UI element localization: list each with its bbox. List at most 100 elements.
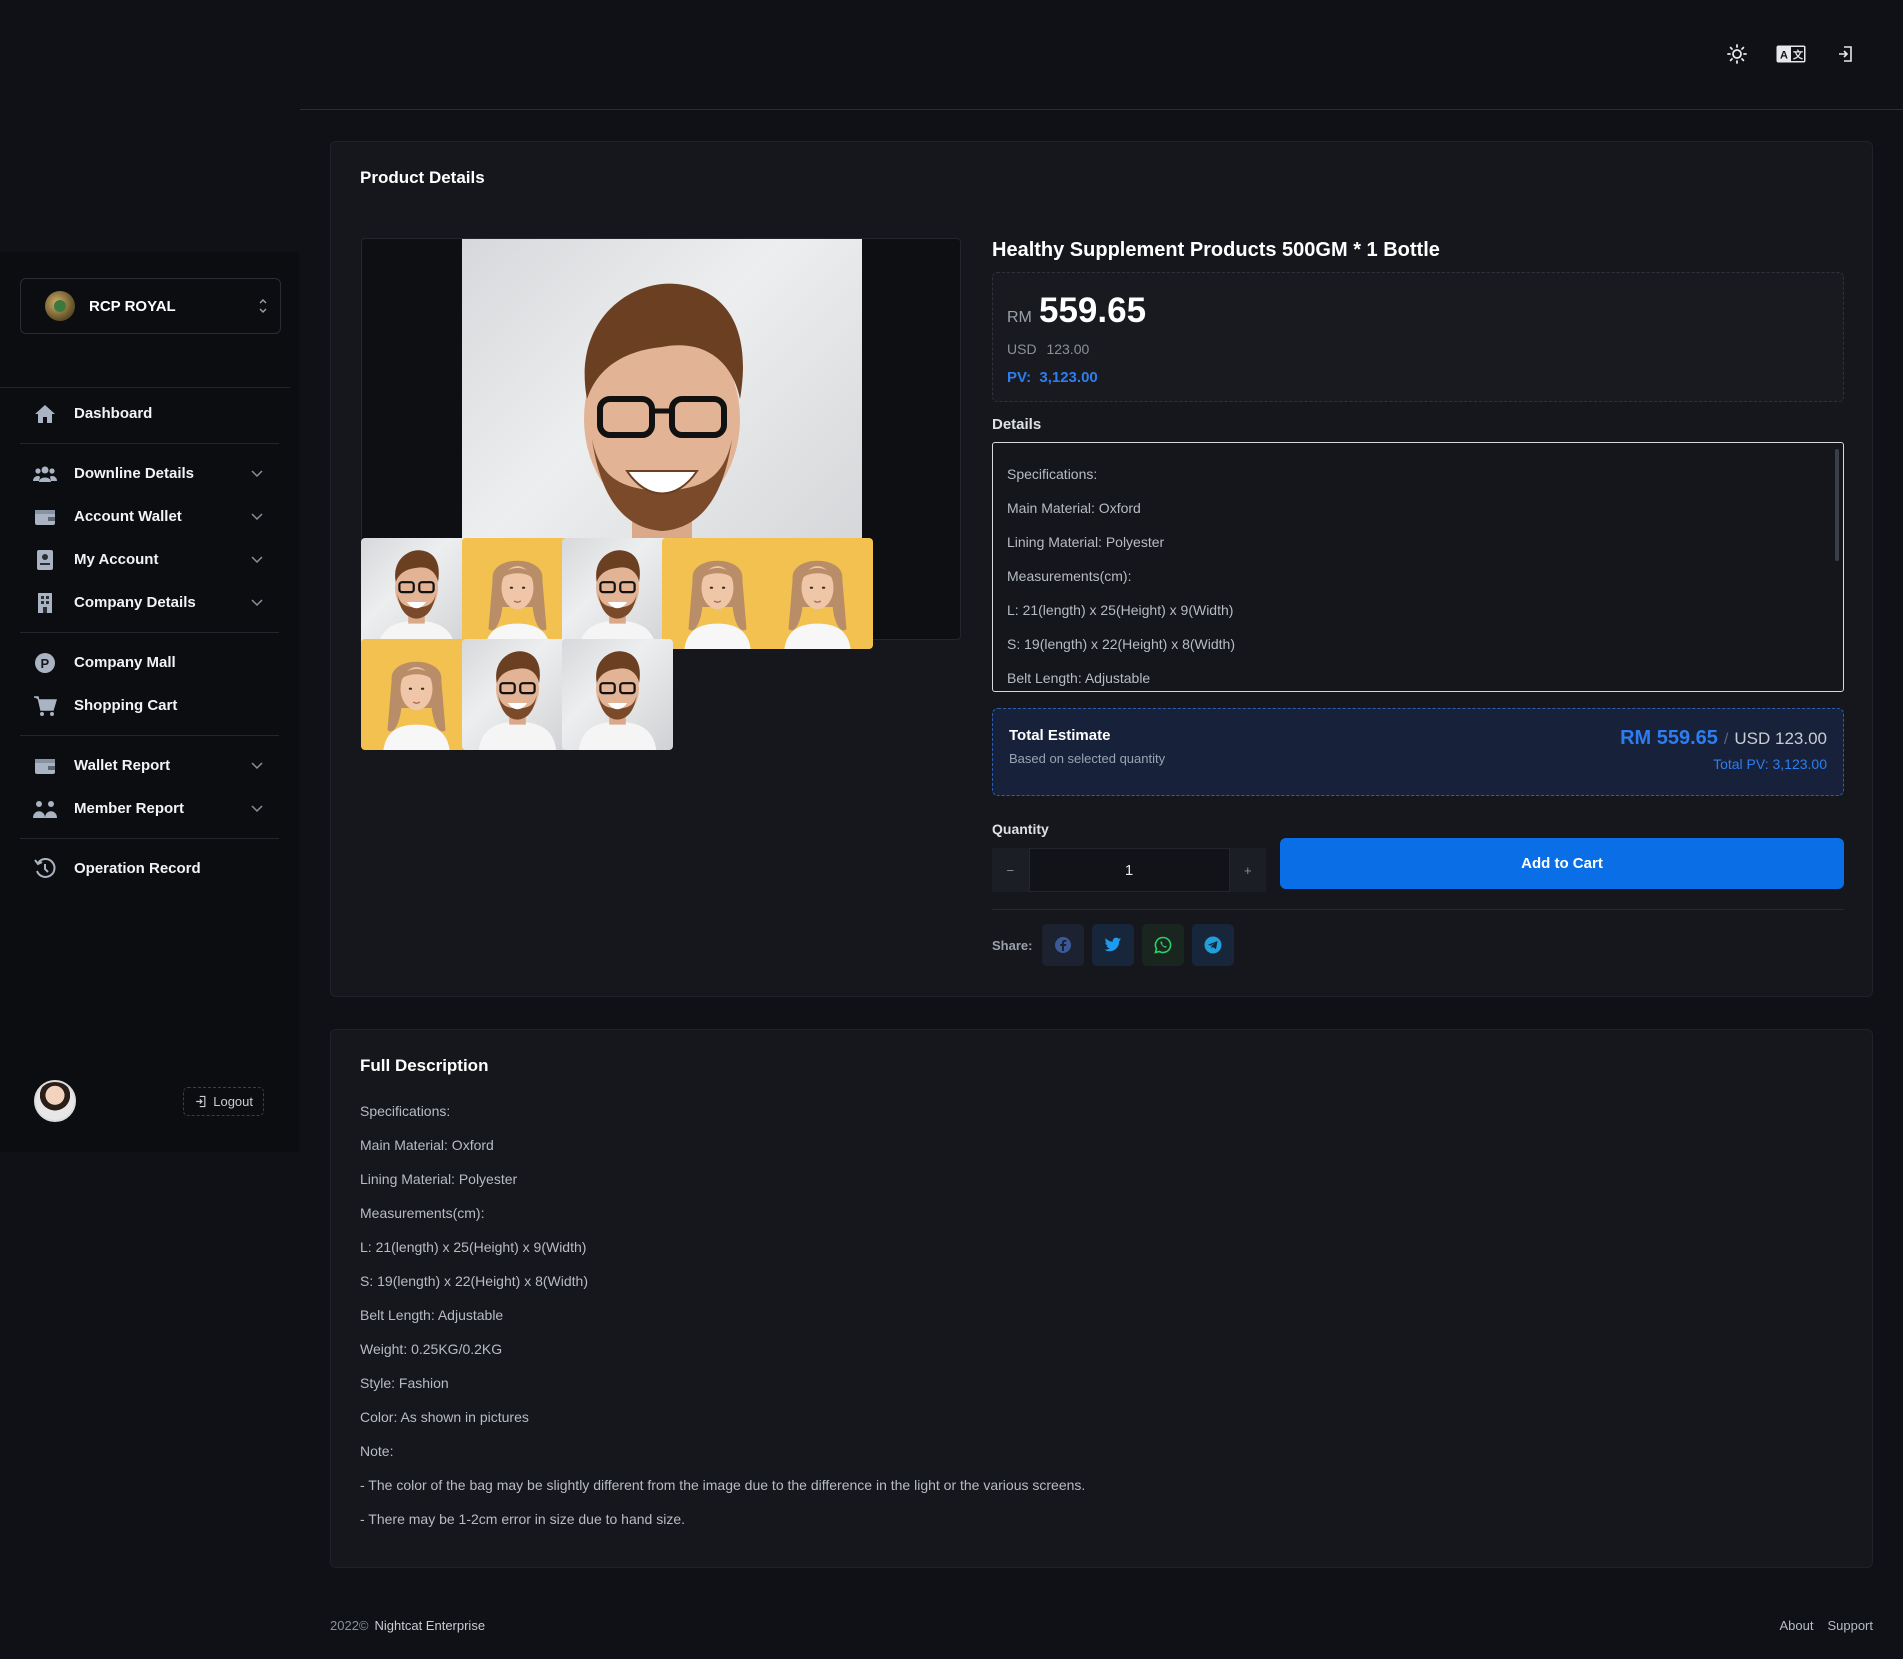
cart-icon: [32, 695, 58, 717]
brand-logo: [45, 291, 75, 321]
increment-button[interactable]: +: [1229, 848, 1266, 892]
telegram-icon: [1204, 936, 1222, 954]
svg-text:P: P: [41, 656, 50, 671]
quantity-input[interactable]: [1028, 848, 1230, 892]
company-name[interactable]: Nightcat Enterprise: [375, 1618, 486, 1633]
share-twitter-button[interactable]: [1092, 924, 1135, 966]
facebook-icon: [1055, 937, 1072, 953]
nav-divider: [20, 838, 279, 839]
chevron-down-icon: [251, 597, 263, 609]
price-value: 559.65: [1039, 291, 1147, 330]
home-icon: [32, 403, 58, 425]
scrollbar[interactable]: [1835, 449, 1839, 561]
thumbnail-man[interactable]: [462, 639, 573, 750]
estimate-subtitle: Based on selected quantity: [1009, 751, 1166, 766]
description-line: Lining Material: Polyester: [360, 1171, 518, 1187]
sidebar-item-my-account[interactable]: My Account: [0, 538, 299, 581]
description-line: S: 19(length) x 22(Height) x 8(Width): [360, 1273, 588, 1289]
copyright-year: 2022©: [330, 1618, 369, 1633]
estimate-usd: USD 123.00: [1734, 729, 1827, 748]
description-line: - There may be 1-2cm error in size due t…: [360, 1511, 686, 1527]
nav-divider: [20, 632, 279, 633]
pv-value: 3,123.00: [1039, 369, 1098, 386]
estimate-pv: Total PV: 3,123.00: [1713, 756, 1827, 772]
thumbnail-woman[interactable]: [662, 538, 773, 649]
estimate-separator: /: [1723, 731, 1729, 748]
estimate-values: RM 559.65 / USD 123.00 Total PV: 3,123.00: [1620, 727, 1827, 772]
details-line: Belt Length: Adjustable: [1007, 670, 1151, 686]
details-line: Lining Material: Polyester: [1007, 534, 1165, 550]
description-line: Main Material: Oxford: [360, 1137, 494, 1153]
svg-text:文: 文: [1793, 49, 1804, 62]
description-content: Specifications: Main Material: Oxford Lini…: [360, 1094, 1085, 1536]
sidebar-item-company-details[interactable]: Company Details: [0, 581, 299, 624]
thumbnail-man[interactable]: [361, 538, 472, 649]
chevron-down-icon: [251, 760, 263, 772]
details-content: Specifications: Main Material: Oxford Lini…: [1007, 457, 1829, 691]
sidebar: RCP ROYAL Dashboard Downline Details Acc…: [0, 252, 299, 1152]
users-icon: [32, 463, 58, 485]
sidebar-item-account-wallet[interactable]: Account Wallet: [0, 495, 299, 538]
share-telegram-button[interactable]: [1192, 924, 1235, 966]
description-line: Weight: 0.25KG/0.2KG: [360, 1341, 503, 1357]
sidebar-item-dashboard[interactable]: Dashboard: [0, 392, 299, 435]
description-line: L: 21(length) x 25(Height) x 9(Width): [360, 1239, 587, 1255]
wallet-icon: [32, 506, 58, 528]
wallet-icon: [32, 755, 58, 777]
logout-button[interactable]: Logout: [183, 1086, 264, 1116]
logout-label: Logout: [213, 1093, 253, 1109]
sidebar-item-label: Wallet Report: [74, 757, 171, 774]
p-coin-icon: P: [32, 652, 58, 674]
exit-button[interactable]: [1829, 40, 1861, 68]
sidebar-item-label: Downline Details: [74, 465, 195, 482]
theme-toggle-button[interactable]: [1721, 40, 1753, 68]
sidebar-nav: Dashboard Downline Details Account Walle…: [0, 392, 299, 890]
share-whatsapp-button[interactable]: [1142, 924, 1185, 966]
sun-icon: [1727, 44, 1747, 64]
avatar[interactable]: [34, 1080, 76, 1122]
details-line: Main Material: Oxford: [1007, 500, 1141, 516]
thumbnail-woman[interactable]: [361, 639, 472, 750]
sidebar-item-wallet-report[interactable]: Wallet Report: [0, 744, 299, 787]
whatsapp-icon: [1154, 936, 1172, 954]
nav-divider: [20, 443, 279, 444]
share-row: Share:: [992, 924, 1235, 966]
footer-link-about[interactable]: About: [1779, 1618, 1813, 1633]
sidebar-item-downline-details[interactable]: Downline Details: [0, 452, 299, 495]
thumbnail-man[interactable]: [562, 639, 673, 750]
sidebar-item-label: Operation Record: [74, 860, 201, 877]
share-facebook-button[interactable]: [1042, 924, 1085, 966]
twitter-icon: [1104, 937, 1122, 952]
quantity-stepper: − +: [992, 848, 1266, 892]
decrement-button[interactable]: −: [992, 848, 1029, 892]
pv-value-row: PV: 3,123.00: [1007, 369, 1098, 386]
footer-link-support[interactable]: Support: [1827, 1618, 1873, 1633]
svg-text:A: A: [1780, 50, 1788, 62]
product-title: Healthy Supplement Products 500GM * 1 Bo…: [992, 239, 1440, 261]
add-to-cart-button[interactable]: Add to Cart: [1280, 838, 1844, 889]
details-textbox[interactable]: Specifications: Main Material: Oxford Lini…: [992, 442, 1844, 692]
sidebar-item-operation-record[interactable]: Operation Record: [0, 847, 299, 890]
people-icon: [32, 798, 58, 820]
full-description-card: Full Description Specifications: Main Mat…: [330, 1029, 1873, 1568]
description-line: Note:: [360, 1443, 394, 1459]
sidebar-item-company-mall[interactable]: P Company Mall: [0, 641, 299, 684]
details-line: L: 21(length) x 25(Height) x 9(Width): [1007, 602, 1234, 618]
thumbnail-woman[interactable]: [462, 538, 573, 649]
header-actions: A 文: [1721, 40, 1861, 68]
description-line: Color: As shown in pictures: [360, 1409, 529, 1425]
sidebar-item-label: Company Mall: [74, 654, 176, 671]
thumbnail-woman[interactable]: [762, 538, 873, 649]
brand-switcher[interactable]: RCP ROYAL: [20, 278, 281, 334]
sidebar-item-label: Shopping Cart: [74, 697, 178, 714]
thumbnail-man[interactable]: [562, 538, 673, 649]
estimate-title: Total Estimate: [1009, 727, 1111, 744]
sidebar-item-shopping-cart[interactable]: Shopping Cart: [0, 684, 299, 727]
card-title: Product Details: [360, 168, 485, 187]
language-button[interactable]: A 文: [1775, 40, 1807, 68]
price-box: RM 559.65 USD 123.00 PV: 3,123.00: [992, 272, 1844, 402]
footer-copyright: 2022© Nightcat Enterprise: [330, 1618, 485, 1633]
sidebar-item-member-report[interactable]: Member Report: [0, 787, 299, 830]
product-details-card: Product Details Healthy Supplement Produ…: [330, 141, 1873, 997]
sidebar-item-label: Member Report: [74, 800, 185, 817]
